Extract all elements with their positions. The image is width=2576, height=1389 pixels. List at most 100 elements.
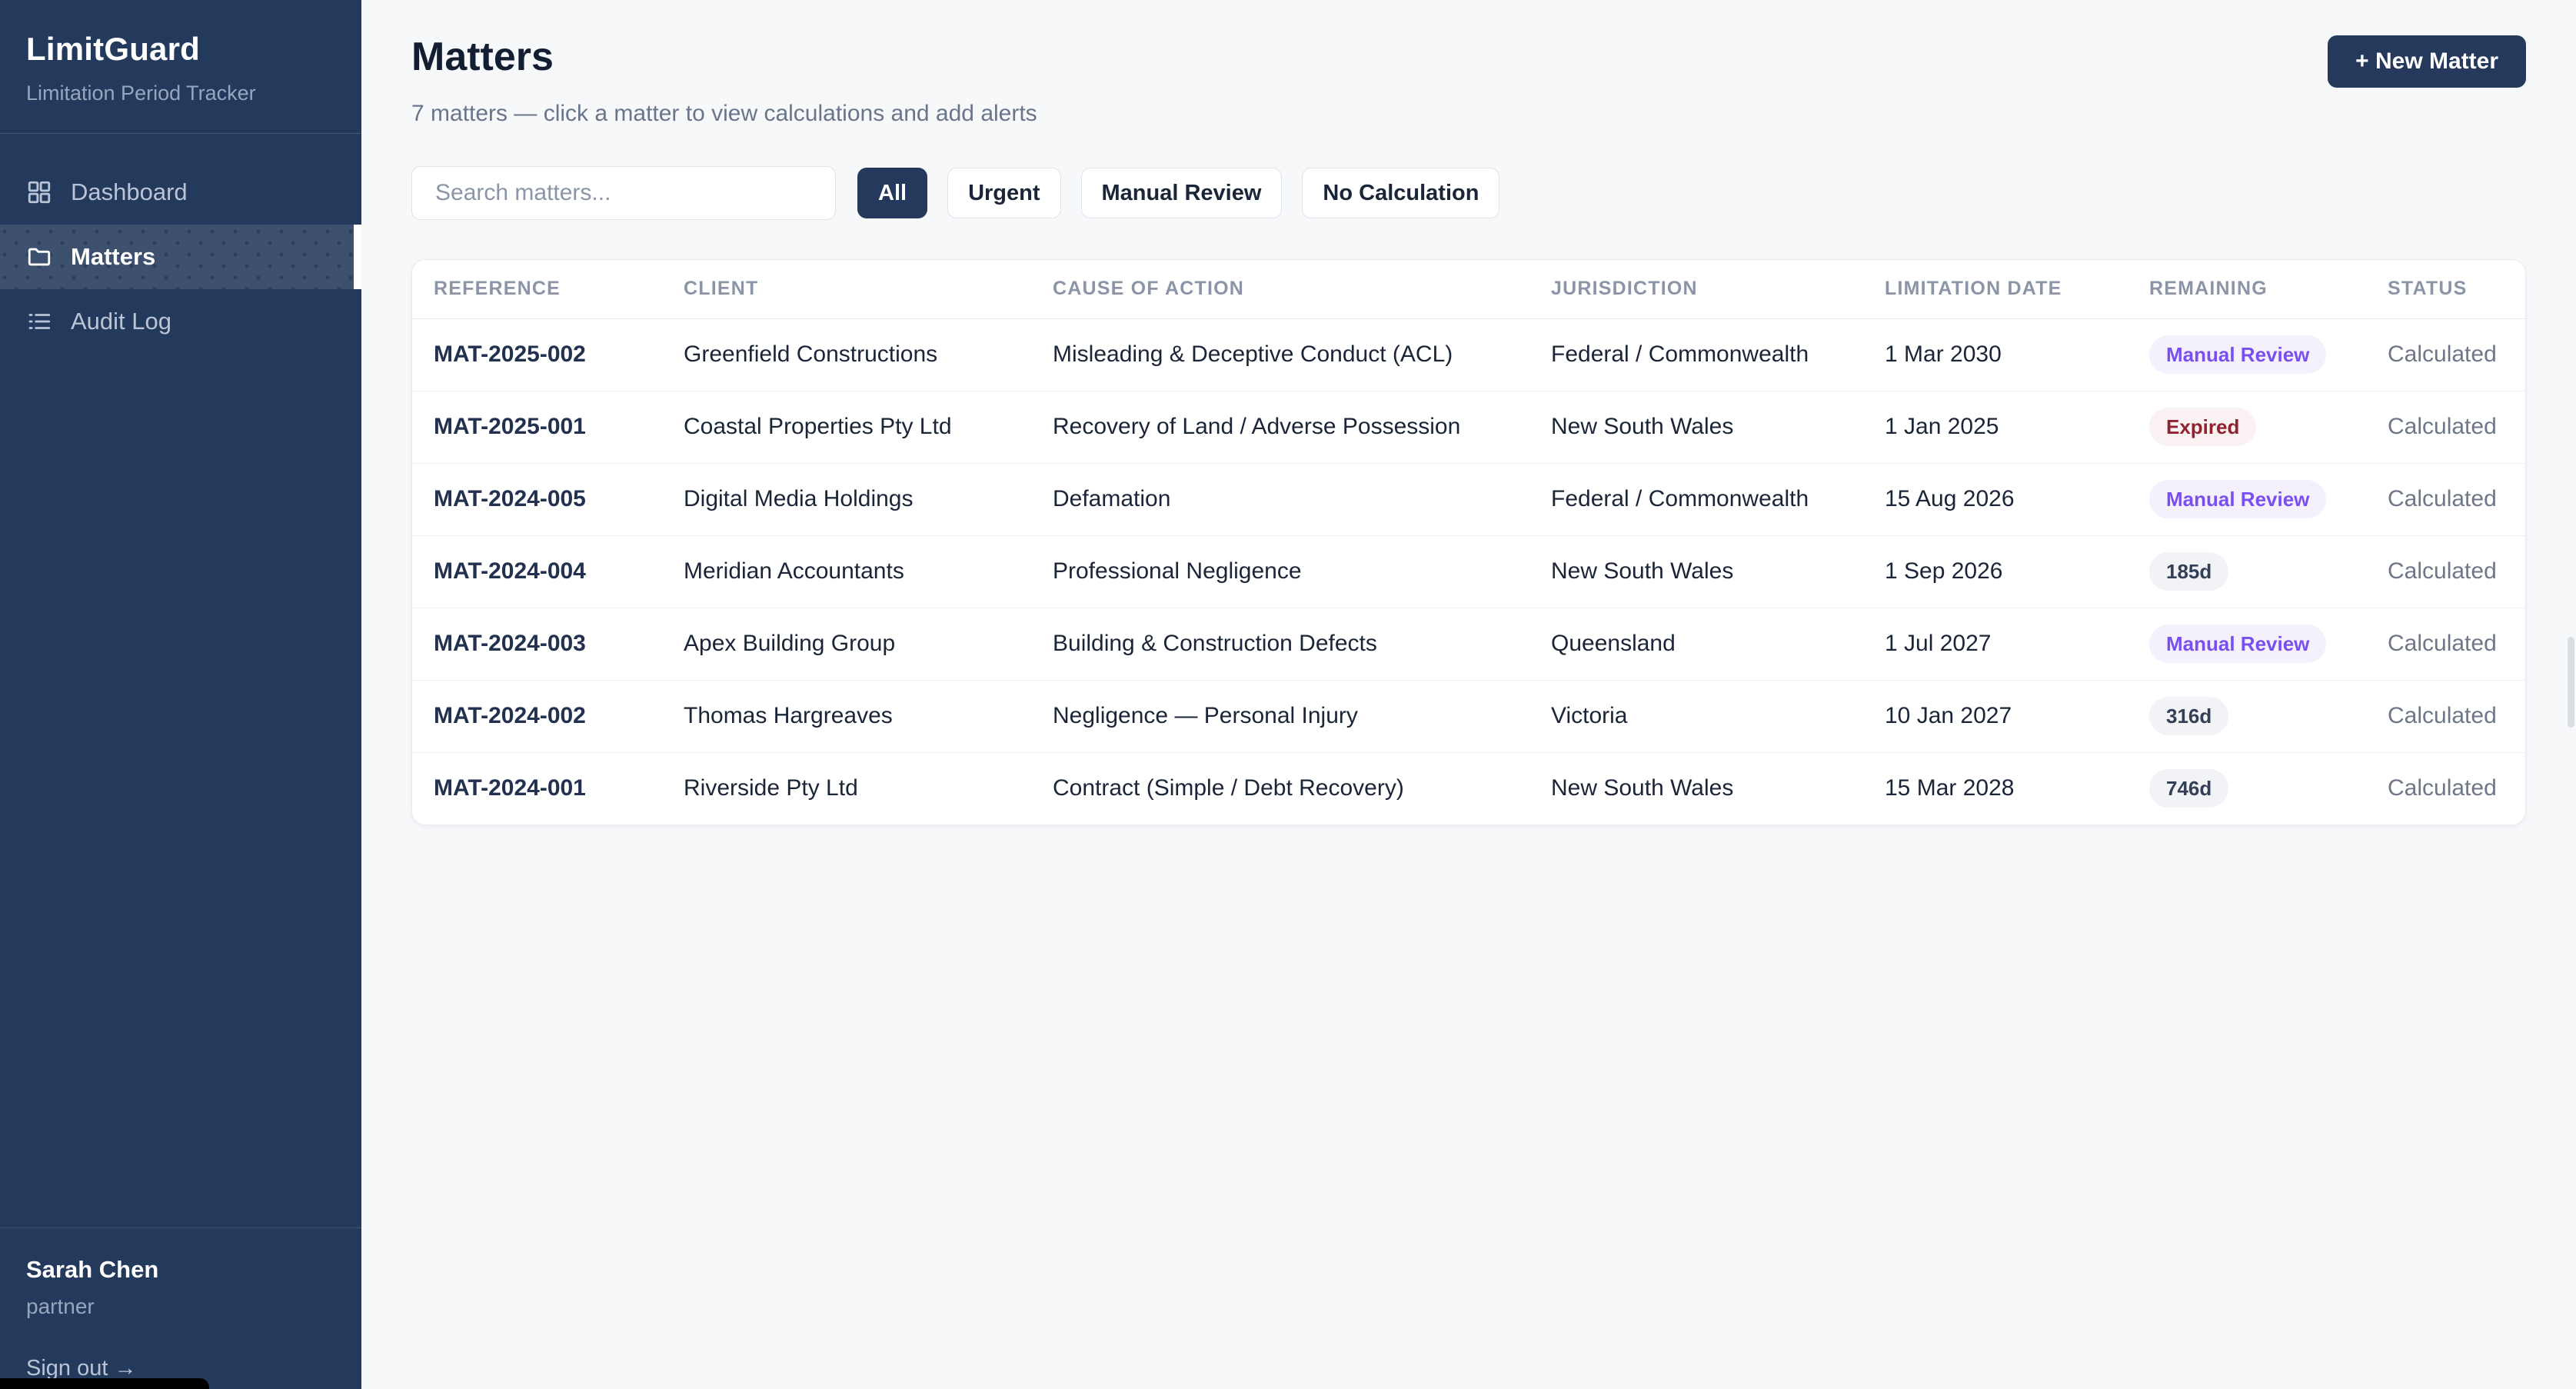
cell-remaining: 185d [2128, 535, 2366, 608]
cell-status: Calculated [2366, 608, 2525, 681]
sidebar-item-audit-log[interactable]: Audit Log [0, 289, 361, 354]
cell-cause-of-action: Professional Negligence [1031, 535, 1529, 608]
cell-limitation-date: 1 Mar 2030 [1863, 318, 2128, 391]
matters-table: REFERENCE CLIENT CAUSE OF ACTION JURISDI… [412, 260, 2525, 824]
cell-client: Thomas Hargreaves [662, 680, 1031, 753]
cell-cause-of-action: Misleading & Deceptive Conduct (ACL) [1031, 318, 1529, 391]
cell-jurisdiction: Federal / Commonwealth [1529, 318, 1863, 391]
main-content: Matters 7 matters — click a matter to vi… [361, 0, 2576, 1389]
cell-jurisdiction: New South Wales [1529, 535, 1863, 608]
cell-jurisdiction: Federal / Commonwealth [1529, 463, 1863, 536]
table-row[interactable]: MAT-2025-001 Coastal Properties Pty Ltd Re… [412, 391, 2525, 464]
filter-no-calculation[interactable]: No Calculation [1302, 168, 1500, 218]
search-input[interactable] [411, 166, 836, 220]
table-row[interactable]: MAT-2024-004 Meridian Accountants Professi… [412, 535, 2525, 608]
sidebar-nav: Dashboard Matters Audit Log [0, 134, 361, 354]
table-row[interactable]: MAT-2024-001 Riverside Pty Ltd Contract (S… [412, 752, 2525, 824]
cell-client: Meridian Accountants [662, 535, 1031, 608]
remaining-badge: Manual Review [2149, 625, 2327, 663]
vertical-scrollbar[interactable] [2568, 637, 2574, 728]
cell-limitation-date: 15 Mar 2028 [1885, 775, 2015, 801]
matters-table-card: REFERENCE CLIENT CAUSE OF ACTION JURISDI… [411, 259, 2526, 825]
sidebar-header: LimitGuard Limitation Period Tracker [0, 0, 361, 134]
cell-limitation-date: 10 Jan 2027 [1863, 680, 2128, 753]
cell-jurisdiction: Victoria [1529, 680, 1863, 753]
folder-icon [26, 244, 52, 270]
cell-remaining: 316d [2128, 680, 2366, 753]
cell-reference: MAT-2025-002 [412, 318, 662, 391]
cell-client: Riverside Pty Ltd [684, 775, 858, 801]
table-header-row: REFERENCE CLIENT CAUSE OF ACTION JURISDI… [412, 260, 2525, 319]
sidebar-item-dashboard[interactable]: Dashboard [0, 160, 361, 225]
page-title: Matters [411, 35, 554, 79]
cell-remaining: 746d [2128, 752, 2366, 824]
user-name: Sarah Chen [26, 1256, 159, 1283]
table-row[interactable]: MAT-2024-002 Thomas Hargreaves Negligence … [412, 680, 2525, 753]
cell-jurisdiction: New South Wales [1551, 775, 1734, 801]
cell-remaining: Expired [2128, 391, 2366, 464]
cell-status: Calculated [2366, 680, 2525, 753]
matters-table-body: MAT-2025-002 Greenfield Constructions Misl… [412, 318, 2525, 824]
cell-reference: MAT-2024-001 [434, 775, 586, 801]
remaining-badge: 746d [2149, 769, 2229, 808]
cell-status: Calculated [2388, 775, 2497, 801]
table-row[interactable]: MAT-2024-005 Digital Media Holdings Defama… [412, 463, 2525, 536]
remaining-badge: Manual Review [2149, 335, 2327, 374]
cell-cause-of-action: Recovery of Land / Adverse Possession [1031, 391, 1529, 464]
filter-urgent[interactable]: Urgent [947, 168, 1061, 218]
cell-limitation-date: 1 Jan 2025 [1863, 391, 2128, 464]
cell-reference: MAT-2024-004 [412, 535, 662, 608]
cell-cause-of-action: Defamation [1031, 463, 1529, 536]
column-header-cause-of-action: CAUSE OF ACTION [1031, 260, 1529, 319]
column-header-limitation-date: LIMITATION DATE [1863, 260, 2128, 319]
cell-remaining: Manual Review [2128, 318, 2366, 391]
table-row[interactable]: MAT-2025-002 Greenfield Constructions Misl… [412, 318, 2525, 391]
cell-client: Apex Building Group [662, 608, 1031, 681]
sidebar-user-panel: Sarah Chen partner Sign out → [0, 1227, 361, 1389]
column-header-client: CLIENT [662, 260, 1031, 319]
remaining-badge: Expired [2149, 408, 2257, 446]
cell-reference: MAT-2025-001 [412, 391, 662, 464]
remaining-badge: Manual Review [2149, 480, 2327, 518]
cell-reference: MAT-2024-005 [412, 463, 662, 536]
cell-client: Digital Media Holdings [662, 463, 1031, 536]
sidebar-item-matters[interactable]: Matters [0, 225, 361, 289]
sidebar-item-label: Audit Log [71, 308, 171, 335]
sidebar: LimitGuard Limitation Period Tracker Das… [0, 0, 361, 1389]
sidebar-item-label: Matters [71, 243, 156, 270]
cell-reference: MAT-2024-002 [412, 680, 662, 753]
cell-cause-of-action: Contract (Simple / Debt Recovery) [1053, 775, 1404, 801]
cell-remaining: Manual Review [2128, 463, 2366, 536]
grid-icon [26, 179, 52, 205]
table-row[interactable]: MAT-2024-003 Apex Building Group Building … [412, 608, 2525, 681]
cell-client: Greenfield Constructions [662, 318, 1031, 391]
cell-status: Calculated [2366, 535, 2525, 608]
filter-all[interactable]: All [857, 168, 928, 218]
cell-limitation-date: 15 Aug 2026 [1863, 463, 2128, 536]
cell-jurisdiction: New South Wales [1529, 391, 1863, 464]
remaining-badge: 316d [2149, 697, 2229, 735]
cell-cause-of-action: Building & Construction Defects [1031, 608, 1529, 681]
cell-jurisdiction: Queensland [1529, 608, 1863, 681]
sidebar-item-label: Dashboard [71, 178, 188, 205]
cell-status: Calculated [2366, 391, 2525, 464]
column-header-remaining: REMAINING [2128, 260, 2366, 319]
toolbar: All Urgent Manual Review No Calculation [411, 166, 2526, 220]
column-header-status: STATUS [2366, 260, 2525, 319]
cell-reference: MAT-2024-003 [412, 608, 662, 681]
cell-status: Calculated [2366, 318, 2525, 391]
remaining-badge: 185d [2149, 552, 2229, 591]
filter-manual-review[interactable]: Manual Review [1080, 168, 1283, 218]
cell-limitation-date: 1 Jul 2027 [1863, 608, 2128, 681]
new-matter-button[interactable]: + New Matter [2328, 35, 2526, 88]
page-header: Matters 7 matters — click a matter to vi… [411, 34, 2526, 128]
filter-group: All Urgent Manual Review No Calculation [857, 168, 1500, 218]
column-header-jurisdiction: JURISDICTION [1529, 260, 1863, 319]
cell-cause-of-action: Negligence — Personal Injury [1031, 680, 1529, 753]
app-logo: LimitGuard [26, 31, 201, 67]
cell-remaining: Manual Review [2128, 608, 2366, 681]
page-subtitle: 7 matters — click a matter to view calcu… [411, 101, 1037, 126]
cell-status: Calculated [2366, 463, 2525, 536]
column-header-reference: REFERENCE [412, 260, 662, 319]
user-role: partner [26, 1294, 95, 1318]
